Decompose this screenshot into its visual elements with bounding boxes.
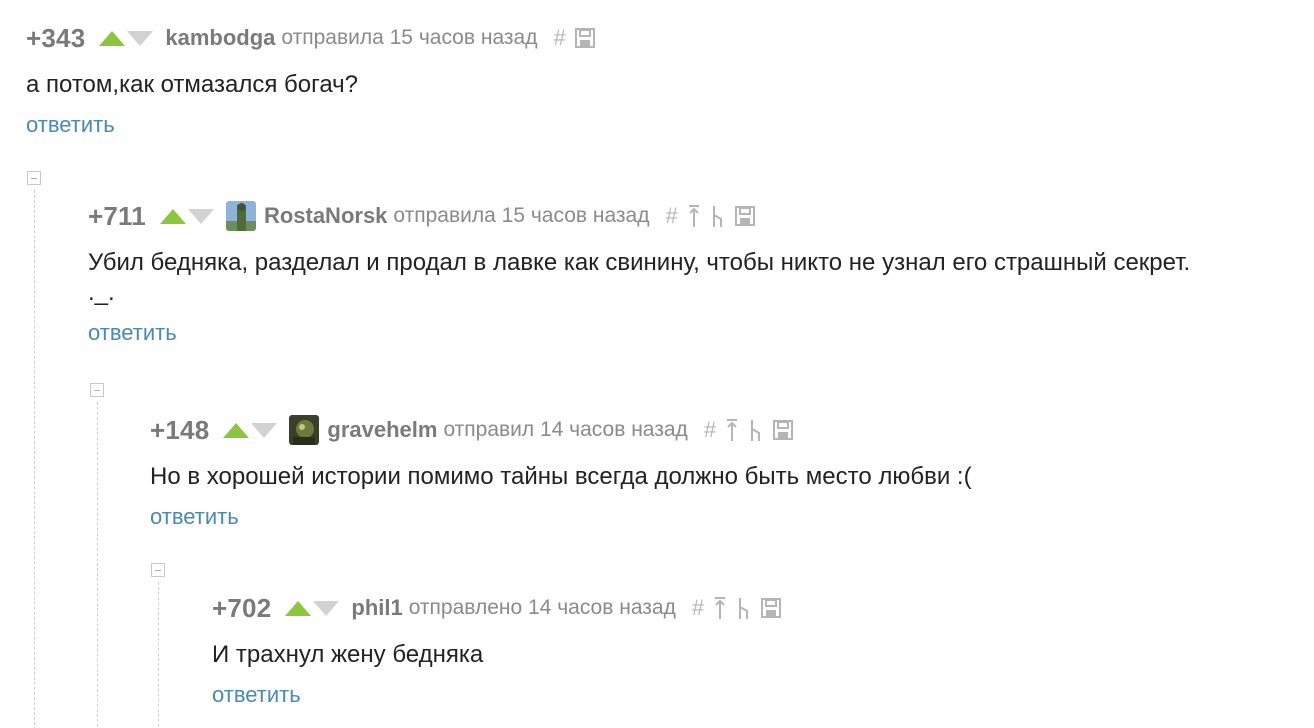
upvote-icon[interactable] bbox=[99, 30, 126, 46]
save-icon[interactable] bbox=[772, 419, 794, 441]
comment-header: +343 kambodga отправила 15 часов назад # bbox=[26, 22, 596, 54]
comment-kambodga: +343 kambodga отправила 15 часов назад #… bbox=[26, 22, 596, 138]
comment-timestamp: отправила 15 часов назад bbox=[393, 204, 650, 227]
avatar[interactable] bbox=[289, 415, 320, 445]
downvote-icon[interactable] bbox=[313, 600, 340, 616]
upvote-icon[interactable] bbox=[223, 422, 250, 438]
parent-arrow-icon[interactable] bbox=[686, 204, 702, 228]
comment-phil1: +702 phil1 отправлено 14 часов назад # И… bbox=[212, 592, 782, 708]
parent-arrow-icon[interactable] bbox=[724, 418, 740, 442]
branch-icon[interactable] bbox=[736, 596, 752, 620]
branch-icon[interactable] bbox=[748, 418, 764, 442]
comment-author[interactable]: kambodga bbox=[165, 25, 275, 51]
comment-body: Убил бедняка, разделал и продал в лавке … bbox=[88, 248, 1190, 308]
save-icon[interactable] bbox=[574, 27, 596, 49]
hash-icon[interactable]: # bbox=[692, 595, 704, 621]
comment-header: +148 gravehelm отправил 14 часов назад # bbox=[150, 414, 972, 446]
hash-icon[interactable]: # bbox=[704, 417, 716, 443]
save-icon[interactable] bbox=[760, 597, 782, 619]
collapse-thread-icon[interactable] bbox=[151, 563, 165, 577]
downvote-icon[interactable] bbox=[251, 422, 278, 438]
comment-timestamp: отправил 14 часов назад bbox=[443, 418, 688, 441]
reply-link[interactable]: ответить bbox=[26, 112, 115, 138]
vote-controls bbox=[99, 30, 154, 46]
comment-body: И трахнул жену бедняка bbox=[212, 640, 782, 670]
reply-link[interactable]: ответить bbox=[150, 504, 239, 530]
vote-controls bbox=[285, 600, 340, 616]
comment-rostanorsk: +711 RostaNorsk отправила 15 часов назад… bbox=[88, 200, 1190, 346]
comment-header: +702 phil1 отправлено 14 часов назад # bbox=[212, 592, 782, 624]
branch-icon[interactable] bbox=[710, 204, 726, 228]
collapse-thread-icon[interactable] bbox=[90, 383, 104, 397]
comment-text: а потом,как отмазался богач? bbox=[26, 71, 359, 98]
hash-icon[interactable]: # bbox=[665, 203, 677, 229]
comment-body: а потом,как отмазался богач? bbox=[26, 70, 596, 100]
comment-gravehelm: +148 gravehelm отправил 14 часов назад #… bbox=[150, 414, 972, 530]
vote-controls bbox=[223, 422, 278, 438]
thread-line bbox=[34, 190, 35, 728]
thread-line bbox=[158, 582, 159, 728]
comment-author[interactable]: phil1 bbox=[351, 595, 402, 621]
parent-arrow-icon[interactable] bbox=[712, 596, 728, 620]
thread-line bbox=[97, 402, 98, 728]
save-icon[interactable] bbox=[734, 205, 756, 227]
comment-rating: +148 bbox=[150, 414, 210, 445]
collapse-thread-icon[interactable] bbox=[27, 171, 41, 185]
comment-text: Но в хорошей истории помимо тайны всегда… bbox=[150, 463, 972, 490]
reply-link[interactable]: ответить bbox=[212, 682, 301, 708]
comment-text: И трахнул жену бедняка bbox=[212, 641, 484, 668]
upvote-icon[interactable] bbox=[159, 208, 186, 224]
comment-body: Но в хорошей истории помимо тайны всегда… bbox=[150, 462, 972, 492]
comment-rating: +702 bbox=[212, 592, 272, 623]
downvote-icon[interactable] bbox=[187, 208, 214, 224]
vote-controls bbox=[159, 208, 214, 224]
upvote-icon[interactable] bbox=[285, 600, 312, 616]
downvote-icon[interactable] bbox=[127, 30, 154, 46]
avatar[interactable] bbox=[225, 201, 256, 231]
hash-icon[interactable]: # bbox=[553, 25, 565, 51]
comment-rating: +343 bbox=[26, 22, 86, 53]
comment-text: Убил бедняка, разделал и продал в лавке … bbox=[88, 249, 1191, 276]
comment-author[interactable]: RostaNorsk bbox=[264, 203, 387, 229]
comment-rating: +711 bbox=[88, 200, 146, 231]
reply-link[interactable]: ответить bbox=[88, 320, 177, 346]
comment-author[interactable]: gravehelm bbox=[327, 417, 437, 443]
comment-header: +711 RostaNorsk отправила 15 часов назад… bbox=[88, 200, 1190, 232]
comment-text-emoticon: ._. bbox=[88, 279, 115, 306]
comment-timestamp: отправлено 14 часов назад bbox=[408, 596, 676, 619]
comment-timestamp: отправила 15 часов назад bbox=[281, 26, 538, 49]
